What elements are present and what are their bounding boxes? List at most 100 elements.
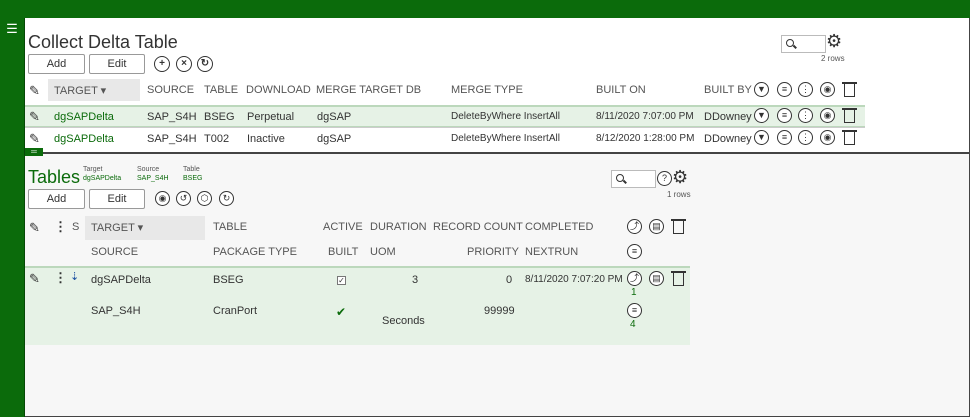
header-merge-type[interactable]: MERGE TYPE xyxy=(451,84,523,96)
trash-icon[interactable] xyxy=(671,271,686,286)
header-merge-target-db[interactable]: MERGE TARGET DB xyxy=(316,84,421,96)
settings-gear-icon[interactable]: ⚙ xyxy=(672,168,688,186)
trash-icon[interactable] xyxy=(842,130,857,145)
cell-duration: 3 xyxy=(412,274,419,286)
header-active[interactable]: ACTIVE xyxy=(323,221,363,233)
list-count-badge: 4 xyxy=(630,319,636,330)
more-vert-icon[interactable]: ⋮ xyxy=(798,108,813,123)
filter-icon[interactable]: ▼ xyxy=(754,108,769,123)
refresh-icon[interactable]: ↻ xyxy=(219,191,234,206)
context-source-label: Source xyxy=(137,166,160,173)
header-target[interactable]: TARGET ▾ xyxy=(54,84,106,97)
add-button[interactable]: Add xyxy=(28,54,85,74)
splitter-handle-icon[interactable]: ═ xyxy=(25,148,43,156)
header-table[interactable]: TABLE xyxy=(213,221,247,233)
cell-download: Inactive xyxy=(247,133,285,145)
cell-uom: Seconds xyxy=(382,315,425,327)
run-step-icon[interactable]: ⤴ xyxy=(627,271,642,286)
target-icon[interactable]: ◉ xyxy=(820,108,835,123)
target-icon[interactable]: ◉ xyxy=(820,130,835,145)
filter-icon[interactable]: ▼ xyxy=(754,130,769,145)
rows-count: 1 rows xyxy=(667,190,691,199)
hamburger-icon[interactable]: ☰ xyxy=(5,22,19,36)
settings-gear-icon[interactable]: ⚙ xyxy=(826,32,842,50)
active-checkbox[interactable]: ✓ xyxy=(337,276,346,285)
cell-record-count: 0 xyxy=(506,274,513,286)
header-download[interactable]: DOWNLOAD xyxy=(246,84,311,96)
refresh-icon[interactable]: ↻ xyxy=(197,56,213,72)
filter-icon[interactable]: ▼ xyxy=(754,82,769,97)
cell-source: SAP_S4H xyxy=(91,305,141,317)
header-built-on[interactable]: BUILT ON xyxy=(596,84,646,96)
cell-target: dgSAPDelta xyxy=(91,274,151,286)
cell-merge-db: dgSAP xyxy=(317,133,352,145)
header-uom[interactable]: UOM xyxy=(370,246,396,258)
cell-merge-type: DeleteByWhere InsertAll xyxy=(451,133,560,144)
add-circle-icon[interactable]: + xyxy=(154,56,170,72)
row-more-vert-icon[interactable]: ⋮ xyxy=(54,270,67,286)
pane-splitter[interactable] xyxy=(25,152,970,154)
edit-button[interactable]: Edit xyxy=(89,189,145,209)
cell-table: BSEG xyxy=(204,111,235,123)
more-vert-icon[interactable]: ⋮ xyxy=(798,130,813,145)
cell-target[interactable]: dgSAPDelta xyxy=(54,111,114,123)
header-package-type[interactable]: PACKAGE TYPE xyxy=(213,246,297,258)
delete-circle-icon[interactable]: × xyxy=(176,56,192,72)
list-icon[interactable]: ≡ xyxy=(627,244,642,259)
header-duration[interactable]: DURATION xyxy=(370,221,427,233)
edit-column-pencil-icon: ✎ xyxy=(29,220,40,235)
package-icon[interactable]: ⬡ xyxy=(197,191,212,206)
header-record-count[interactable]: RECORD COUNT xyxy=(433,221,523,233)
add-button[interactable]: Add xyxy=(28,189,85,209)
search-icon xyxy=(616,174,624,182)
header-s[interactable]: S xyxy=(72,221,79,233)
help-icon[interactable]: ? xyxy=(657,171,672,186)
header-nextrun[interactable]: NEXTRUN xyxy=(525,246,578,258)
cell-built-by: DDowney xyxy=(704,133,752,145)
more-vert-icon[interactable]: ⋮ xyxy=(798,82,813,97)
header-source[interactable]: SOURCE xyxy=(91,246,138,258)
log-icon[interactable]: ▤ xyxy=(649,271,664,286)
search-input[interactable] xyxy=(781,35,826,53)
status-icon: ⇣ xyxy=(70,271,80,283)
list-icon[interactable]: ≡ xyxy=(627,303,642,318)
context-target-label: Target xyxy=(83,166,103,173)
header-table[interactable]: TABLE xyxy=(204,84,238,96)
cell-built-on: 8/11/2020 7:07:00 PM xyxy=(596,111,694,122)
row-divider xyxy=(25,127,865,128)
row-edit-pencil-icon[interactable]: ✎ xyxy=(29,131,40,147)
edit-button[interactable]: Edit xyxy=(89,54,145,74)
header-built-by[interactable]: BUILT BY xyxy=(704,84,752,96)
cell-package-type: CranPort xyxy=(213,305,258,317)
search-icon xyxy=(786,39,794,47)
run-step-icon[interactable]: ⤴ xyxy=(627,219,642,234)
cell-target[interactable]: dgSAPDelta xyxy=(54,133,114,145)
header-completed[interactable]: COMPLETED xyxy=(525,221,593,233)
context-source-value: SAP_S4H xyxy=(137,175,169,182)
row-edit-pencil-icon[interactable]: ✎ xyxy=(29,109,40,125)
run-icon[interactable]: ◉ xyxy=(155,191,170,206)
cell-table: BSEG xyxy=(213,274,244,286)
sidebar: ☰ xyxy=(0,18,25,417)
trash-icon[interactable] xyxy=(842,108,857,123)
page-title: Collect Delta Table xyxy=(28,32,178,52)
target-icon[interactable]: ◉ xyxy=(820,82,835,97)
header-source[interactable]: SOURCE xyxy=(147,84,194,96)
header-priority[interactable]: PRIORITY xyxy=(467,246,519,258)
row-edit-pencil-icon[interactable]: ✎ xyxy=(29,271,40,287)
header-target[interactable]: TARGET ▾ xyxy=(91,221,143,234)
list-icon[interactable]: ≡ xyxy=(777,130,792,145)
run-count-badge: 1 xyxy=(631,287,637,298)
more-vert-icon: ⋮ xyxy=(54,219,67,234)
undo-icon[interactable]: ↺ xyxy=(176,191,191,206)
list-icon[interactable]: ≡ xyxy=(777,82,792,97)
search-input[interactable] xyxy=(611,170,656,188)
log-icon[interactable]: ▤ xyxy=(649,219,664,234)
cell-completed: 8/11/2020 7:07:20 PM xyxy=(525,274,623,285)
list-icon[interactable]: ≡ xyxy=(777,108,792,123)
trash-icon[interactable] xyxy=(671,219,686,234)
edit-column-pencil-icon: ✎ xyxy=(29,83,40,98)
trash-icon[interactable] xyxy=(842,82,857,97)
header-built[interactable]: BUILT xyxy=(328,246,358,258)
section-title: Tables xyxy=(28,167,81,187)
